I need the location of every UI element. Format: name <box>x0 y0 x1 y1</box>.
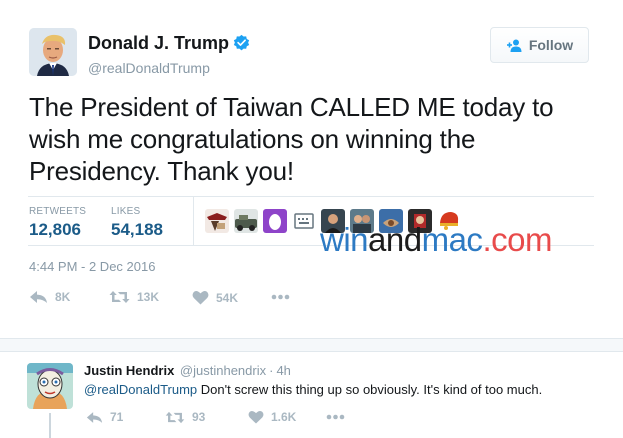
retweets-label: RETWEETS <box>29 206 87 217</box>
more-dots-icon <box>326 411 345 423</box>
author-block: Donald J. Trump @realDonaldTrump <box>88 33 250 76</box>
retweet-icon <box>165 411 185 424</box>
reply-author-avatar[interactable] <box>27 363 73 409</box>
reply-tweet[interactable]: Justin Hendrix @justinhendrix · 4h @realDo… <box>0 352 623 438</box>
watermark-part: win <box>320 221 369 258</box>
author-handle[interactable]: @realDonaldTrump <box>88 60 250 76</box>
reply-arrow-icon <box>29 290 48 304</box>
more-dots-icon <box>271 291 290 303</box>
follow-label: Follow <box>528 37 574 53</box>
reply-arrow-icon <box>86 411 103 424</box>
reply-count: 8K <box>55 290 71 304</box>
reply-author-name[interactable]: Justin Hendrix <box>84 363 174 378</box>
main-tweet: Donald J. Trump @realDonaldTrump Follow … <box>0 0 623 338</box>
like-button[interactable]: 54K <box>192 290 238 305</box>
watermark-part: mac <box>421 221 483 258</box>
reply-retweet-count: 93 <box>192 410 206 424</box>
liker-avatar[interactable] <box>234 209 258 233</box>
reply-like-count: 1.6K <box>271 410 297 424</box>
reply-body: Don't screw this thing up so obviously. … <box>197 382 543 397</box>
reply-reply-button[interactable]: 71 <box>86 410 123 424</box>
retweet-button[interactable]: 13K <box>109 290 159 304</box>
retweet-count: 13K <box>137 290 160 304</box>
reply-more-button[interactable] <box>326 411 345 423</box>
stats-divider <box>193 197 194 245</box>
author-name[interactable]: Donald J. Trump <box>88 33 229 54</box>
heart-icon <box>192 290 209 305</box>
add-person-icon <box>506 39 524 52</box>
reply-header: Justin Hendrix @justinhendrix · 4h <box>84 363 291 378</box>
conversation-separator <box>0 338 623 352</box>
retweets-count: 12,806 <box>29 220 81 239</box>
retweets-stat[interactable]: RETWEETS 12,806 <box>29 206 86 240</box>
watermark-part: and <box>368 221 422 258</box>
verified-badge-icon <box>233 34 250 51</box>
likes-label: LIKES <box>111 206 141 217</box>
liker-avatar[interactable] <box>263 209 287 233</box>
likes-stat[interactable]: LIKES 54,188 <box>111 206 163 240</box>
like-count: 54K <box>216 290 239 305</box>
thread-line <box>49 413 51 438</box>
reply-author-handle[interactable]: @justinhendrix <box>180 363 266 378</box>
reply-timestamp[interactable]: 4h <box>276 363 290 378</box>
likes-count: 54,188 <box>111 220 163 239</box>
tweet-timestamp[interactable]: 4:44 PM - 2 Dec 2016 <box>29 259 155 274</box>
reply-separator-dot: · <box>269 363 274 378</box>
tweet-text: The President of Taiwan CALLED ME today … <box>29 92 554 186</box>
retweet-icon <box>109 290 130 304</box>
liker-avatar[interactable] <box>205 209 229 233</box>
reply-retweet-button[interactable]: 93 <box>165 410 205 424</box>
liker-avatar[interactable] <box>292 209 316 233</box>
follow-button[interactable]: Follow <box>490 27 589 63</box>
watermark-part: .com <box>482 221 552 258</box>
author-avatar[interactable] <box>29 28 77 76</box>
reply-button[interactable]: 8K <box>29 290 70 304</box>
watermark: winandmac.com <box>320 222 552 258</box>
reply-text: @realDonaldTrump Don't screw this thing … <box>84 382 614 397</box>
more-button[interactable] <box>271 291 290 303</box>
reply-mention-link[interactable]: @realDonaldTrump <box>84 382 197 397</box>
reply-like-button[interactable]: 1.6K <box>248 410 296 424</box>
reply-reply-count: 71 <box>110 410 124 424</box>
heart-icon <box>248 410 264 424</box>
